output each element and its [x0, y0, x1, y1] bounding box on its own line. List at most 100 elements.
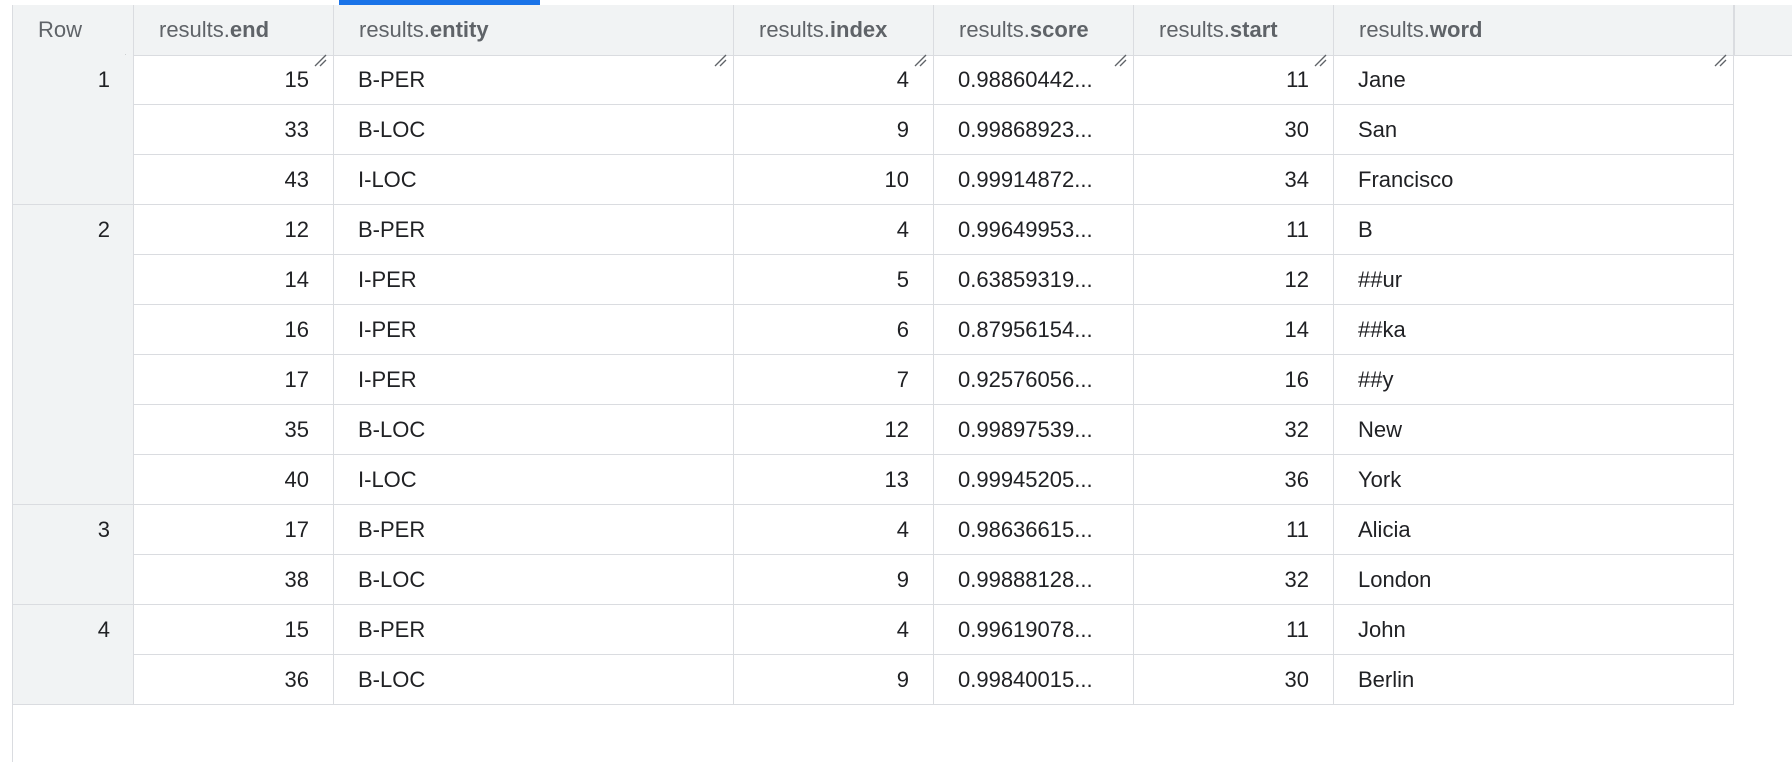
cell-index[interactable]: 13 — [734, 455, 934, 505]
cell-word[interactable]: San — [1334, 105, 1734, 155]
cell-word[interactable]: ##y — [1334, 355, 1734, 405]
cell-word[interactable]: Jane — [1334, 55, 1734, 105]
cell-start[interactable]: 14 — [1134, 305, 1334, 355]
cell-index[interactable]: 4 — [734, 605, 934, 655]
cell-entity[interactable]: I-LOC — [334, 455, 734, 505]
cell-start[interactable]: 30 — [1134, 105, 1334, 155]
cell-start[interactable]: 30 — [1134, 655, 1334, 705]
cell-end[interactable]: 12 — [134, 205, 334, 255]
cell-end[interactable]: 40 — [134, 455, 334, 505]
cell-index[interactable]: 7 — [734, 355, 934, 405]
cell-end[interactable]: 15 — [134, 605, 334, 655]
cell-score[interactable]: 0.99897539... — [934, 405, 1134, 455]
cell-score[interactable]: 0.87956154... — [934, 305, 1134, 355]
cell-entity[interactable]: B-LOC — [334, 405, 734, 455]
column-header-entity[interactable]: results.entity — [334, 5, 734, 67]
cell-entity[interactable]: B-LOC — [334, 655, 734, 705]
cell-start[interactable]: 32 — [1134, 555, 1334, 605]
column-resize-handle-icon[interactable] — [713, 35, 727, 67]
cell-entity[interactable]: I-PER — [334, 255, 734, 305]
column-resize-handle-icon[interactable] — [1113, 35, 1127, 67]
cell-index[interactable]: 9 — [734, 655, 934, 705]
cell-entity[interactable]: B-PER — [334, 205, 734, 255]
table-row[interactable]: 17 B-PER 4 0.98636615... 11 Alicia — [134, 505, 1734, 555]
cell-end[interactable]: 17 — [134, 355, 334, 405]
cell-end[interactable]: 14 — [134, 255, 334, 305]
cell-index[interactable]: 5 — [734, 255, 934, 305]
table-row[interactable]: 12 B-PER 4 0.99649953... 11 B — [134, 205, 1734, 255]
cell-end[interactable]: 38 — [134, 555, 334, 605]
cell-start[interactable]: 11 — [1134, 55, 1334, 105]
cell-start[interactable]: 34 — [1134, 155, 1334, 205]
cell-word[interactable]: Berlin — [1334, 655, 1734, 705]
cell-score[interactable]: 0.99914872... — [934, 155, 1134, 205]
column-resize-handle-icon[interactable] — [313, 35, 327, 67]
cell-start[interactable]: 11 — [1134, 205, 1334, 255]
table-row[interactable]: 15 B-PER 4 0.98860442... 11 Jane — [134, 55, 1734, 105]
cell-score[interactable]: 0.99619078... — [934, 605, 1134, 655]
cell-word[interactable]: New — [1334, 405, 1734, 455]
cell-word[interactable]: York — [1334, 455, 1734, 505]
cell-end[interactable]: 17 — [134, 505, 334, 555]
cell-word[interactable]: Alicia — [1334, 505, 1734, 555]
table-row[interactable]: 40 I-LOC 13 0.99945205... 36 York — [134, 455, 1734, 505]
cell-score[interactable]: 0.99840015... — [934, 655, 1134, 705]
cell-entity[interactable]: B-LOC — [334, 105, 734, 155]
cell-start[interactable]: 16 — [1134, 355, 1334, 405]
cell-score[interactable]: 0.63859319... — [934, 255, 1134, 305]
column-resize-handle-icon[interactable] — [913, 35, 927, 67]
cell-index[interactable]: 4 — [734, 55, 934, 105]
table-row[interactable]: 15 B-PER 4 0.99619078... 11 John — [134, 605, 1734, 655]
column-header-word[interactable]: results.word — [1334, 5, 1734, 67]
cell-end[interactable]: 36 — [134, 655, 334, 705]
cell-word[interactable]: B — [1334, 205, 1734, 255]
table-row[interactable]: 35 B-LOC 12 0.99897539... 32 New — [134, 405, 1734, 455]
cell-end[interactable]: 33 — [134, 105, 334, 155]
cell-score[interactable]: 0.99945205... — [934, 455, 1134, 505]
cell-index[interactable]: 10 — [734, 155, 934, 205]
cell-index[interactable]: 9 — [734, 105, 934, 155]
cell-score[interactable]: 0.99888128... — [934, 555, 1134, 605]
column-resize-handle-icon[interactable] — [1713, 35, 1727, 67]
cell-index[interactable]: 12 — [734, 405, 934, 455]
column-header-start[interactable]: results.start — [1134, 5, 1334, 67]
cell-start[interactable]: 11 — [1134, 605, 1334, 655]
cell-word[interactable]: ##ur — [1334, 255, 1734, 305]
cell-word[interactable]: London — [1334, 555, 1734, 605]
cell-score[interactable]: 0.92576056... — [934, 355, 1134, 405]
cell-score[interactable]: 0.98860442... — [934, 55, 1134, 105]
cell-start[interactable]: 32 — [1134, 405, 1334, 455]
cell-entity[interactable]: I-PER — [334, 305, 734, 355]
cell-index[interactable]: 6 — [734, 305, 934, 355]
column-resize-handle-icon[interactable] — [113, 35, 127, 67]
cell-entity[interactable]: I-LOC — [334, 155, 734, 205]
cell-end[interactable]: 35 — [134, 405, 334, 455]
table-row[interactable]: 33 B-LOC 9 0.99868923... 30 San — [134, 105, 1734, 155]
cell-index[interactable]: 4 — [734, 205, 934, 255]
cell-end[interactable]: 16 — [134, 305, 334, 355]
cell-entity[interactable]: B-PER — [334, 505, 734, 555]
cell-end[interactable]: 43 — [134, 155, 334, 205]
cell-word[interactable]: John — [1334, 605, 1734, 655]
table-row[interactable]: 17 I-PER 7 0.92576056... 16 ##y — [134, 355, 1734, 405]
table-row[interactable]: 14 I-PER 5 0.63859319... 12 ##ur — [134, 255, 1734, 305]
cell-word[interactable]: ##ka — [1334, 305, 1734, 355]
cell-word[interactable]: Francisco — [1334, 155, 1734, 205]
column-header-row[interactable]: Row — [13, 5, 134, 67]
cell-end[interactable]: 15 — [134, 55, 334, 105]
cell-entity[interactable]: I-PER — [334, 355, 734, 405]
cell-score[interactable]: 0.99649953... — [934, 205, 1134, 255]
cell-start[interactable]: 12 — [1134, 255, 1334, 305]
column-header-score[interactable]: results.score — [934, 5, 1134, 67]
cell-start[interactable]: 36 — [1134, 455, 1334, 505]
cell-entity[interactable]: B-LOC — [334, 555, 734, 605]
table-row[interactable]: 36 B-LOC 9 0.99840015... 30 Berlin — [134, 655, 1734, 705]
cell-index[interactable]: 4 — [734, 505, 934, 555]
cell-index[interactable]: 9 — [734, 555, 934, 605]
column-resize-handle-icon[interactable] — [1313, 35, 1327, 67]
cell-entity[interactable]: B-PER — [334, 605, 734, 655]
cell-score[interactable]: 0.98636615... — [934, 505, 1134, 555]
table-row[interactable]: 38 B-LOC 9 0.99888128... 32 London — [134, 555, 1734, 605]
cell-entity[interactable]: B-PER — [334, 55, 734, 105]
column-header-index[interactable]: results.index — [734, 5, 934, 67]
